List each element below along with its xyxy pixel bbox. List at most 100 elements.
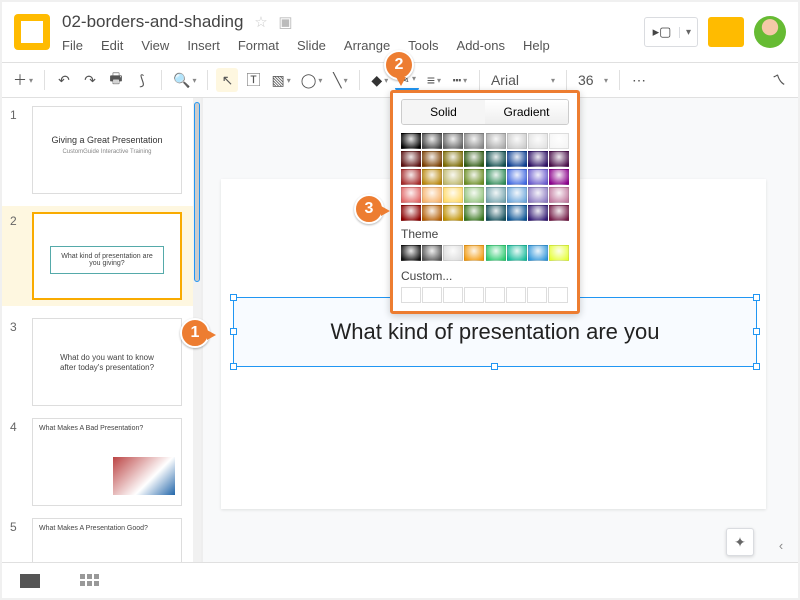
gradient-swatch[interactable] bbox=[486, 205, 506, 221]
more-button[interactable]: ⋯ bbox=[628, 68, 650, 92]
gradient-swatch[interactable] bbox=[464, 133, 484, 149]
gradient-swatch[interactable] bbox=[464, 169, 484, 185]
select-tool[interactable]: ↖ bbox=[216, 68, 238, 92]
custom-gradient-button[interactable]: Custom... bbox=[401, 269, 569, 283]
gradient-swatch[interactable] bbox=[528, 245, 548, 261]
scrollbar-handle[interactable] bbox=[194, 102, 200, 282]
filmstrip-view-button[interactable] bbox=[20, 574, 40, 588]
resize-handle[interactable] bbox=[753, 294, 760, 301]
image-tool[interactable]: ▧ bbox=[268, 68, 293, 92]
custom-swatch[interactable] bbox=[527, 287, 547, 303]
custom-swatch[interactable] bbox=[548, 287, 568, 303]
paint-format-button[interactable]: ⟆ bbox=[131, 68, 153, 92]
menu-arrange[interactable]: Arrange bbox=[344, 38, 390, 53]
gradient-swatch[interactable] bbox=[486, 151, 506, 167]
print-button[interactable]: 🖶 bbox=[105, 68, 127, 92]
slide-thumb-3[interactable]: 3 What do you want to knowafter today's … bbox=[10, 318, 201, 406]
gradient-swatch[interactable] bbox=[549, 151, 569, 167]
font-size-select[interactable]: 36 bbox=[575, 68, 611, 92]
resize-handle[interactable] bbox=[230, 294, 237, 301]
slide-thumb-5[interactable]: 5 What Makes A Presentation Good? bbox=[10, 518, 201, 562]
menu-tools[interactable]: Tools bbox=[408, 38, 438, 53]
gradient-swatch[interactable] bbox=[464, 187, 484, 203]
gradient-swatch[interactable] bbox=[528, 187, 548, 203]
resize-handle[interactable] bbox=[491, 363, 498, 370]
slide-thumb-1[interactable]: 1 Giving a Great Presentation CustomGuid… bbox=[10, 106, 201, 194]
gradient-swatch[interactable] bbox=[507, 151, 527, 167]
star-icon[interactable]: ☆ bbox=[254, 14, 267, 31]
custom-swatch[interactable] bbox=[401, 287, 421, 303]
tab-gradient[interactable]: Gradient bbox=[485, 100, 568, 124]
gradient-swatch[interactable] bbox=[549, 205, 569, 221]
doc-title[interactable]: 02-borders-and-shading ☆ ▣ bbox=[62, 12, 644, 32]
custom-swatch[interactable] bbox=[443, 287, 463, 303]
gradient-swatch[interactable] bbox=[401, 187, 421, 203]
present-dropdown-icon[interactable]: ▾ bbox=[679, 27, 697, 38]
gradient-swatch[interactable] bbox=[464, 205, 484, 221]
gradient-swatch[interactable] bbox=[464, 151, 484, 167]
slide-thumb-4[interactable]: 4 What Makes A Bad Presentation? bbox=[10, 418, 201, 506]
menu-edit[interactable]: Edit bbox=[101, 38, 123, 53]
gradient-swatch[interactable] bbox=[528, 205, 548, 221]
hide-menus-button[interactable]: ㄟ bbox=[768, 68, 790, 92]
gradient-swatch[interactable] bbox=[549, 245, 569, 261]
folder-icon[interactable]: ▣ bbox=[278, 14, 292, 31]
gradient-swatch[interactable] bbox=[422, 205, 442, 221]
gradient-swatch[interactable] bbox=[401, 133, 421, 149]
resize-handle[interactable] bbox=[753, 328, 760, 335]
menu-insert[interactable]: Insert bbox=[187, 38, 220, 53]
undo-button[interactable]: ↶ bbox=[53, 68, 75, 92]
gradient-swatch[interactable] bbox=[443, 187, 463, 203]
border-dash-button[interactable]: ┅ bbox=[449, 68, 471, 92]
resize-handle[interactable] bbox=[230, 328, 237, 335]
gradient-swatch[interactable] bbox=[528, 151, 548, 167]
custom-swatch[interactable] bbox=[422, 287, 442, 303]
present-button[interactable]: ▸▢ ▾ bbox=[644, 17, 698, 47]
textbox-tool[interactable]: 🅃 bbox=[242, 68, 264, 92]
share-button[interactable] bbox=[708, 17, 744, 47]
custom-swatch[interactable] bbox=[506, 287, 526, 303]
menu-addons[interactable]: Add-ons bbox=[457, 38, 505, 53]
gradient-swatch[interactable] bbox=[528, 169, 548, 185]
shape-tool[interactable]: ◯ bbox=[298, 68, 326, 92]
zoom-button[interactable]: 🔍 bbox=[170, 68, 199, 92]
gradient-swatch[interactable] bbox=[422, 187, 442, 203]
grid-view-button[interactable] bbox=[80, 574, 100, 588]
gradient-swatch[interactable] bbox=[443, 205, 463, 221]
menu-format[interactable]: Format bbox=[238, 38, 279, 53]
gradient-swatch[interactable] bbox=[528, 133, 548, 149]
doc-title-text[interactable]: 02-borders-and-shading bbox=[62, 12, 243, 31]
redo-button[interactable]: ↷ bbox=[79, 68, 101, 92]
gradient-swatch[interactable] bbox=[486, 245, 506, 261]
line-tool[interactable]: ╲ bbox=[329, 68, 351, 92]
gradient-swatch[interactable] bbox=[507, 205, 527, 221]
gradient-swatch[interactable] bbox=[422, 169, 442, 185]
gradient-swatch[interactable] bbox=[507, 133, 527, 149]
gradient-swatch[interactable] bbox=[443, 133, 463, 149]
gradient-swatch[interactable] bbox=[443, 245, 463, 261]
gradient-swatch[interactable] bbox=[507, 187, 527, 203]
explore-button[interactable]: ✦ bbox=[726, 528, 754, 556]
slide-thumb-2[interactable]: 2 What kind of presentation are you givi… bbox=[2, 206, 201, 306]
custom-swatch[interactable] bbox=[485, 287, 505, 303]
menu-view[interactable]: View bbox=[141, 38, 169, 53]
resize-handle[interactable] bbox=[753, 363, 760, 370]
gradient-swatch[interactable] bbox=[507, 169, 527, 185]
gradient-swatch[interactable] bbox=[486, 169, 506, 185]
gradient-swatch[interactable] bbox=[422, 151, 442, 167]
gradient-swatch[interactable] bbox=[401, 245, 421, 261]
border-weight-button[interactable]: ≡ bbox=[423, 68, 445, 92]
menu-help[interactable]: Help bbox=[523, 38, 550, 53]
menu-file[interactable]: File bbox=[62, 38, 83, 53]
custom-swatch[interactable] bbox=[464, 287, 484, 303]
resize-handle[interactable] bbox=[230, 363, 237, 370]
gradient-swatch[interactable] bbox=[443, 151, 463, 167]
new-slide-button[interactable]: ＋ bbox=[10, 68, 36, 92]
gradient-swatch[interactable] bbox=[443, 169, 463, 185]
gradient-swatch[interactable] bbox=[507, 245, 527, 261]
gradient-swatch[interactable] bbox=[422, 133, 442, 149]
present-play-icon[interactable]: ▸▢ bbox=[645, 24, 679, 40]
gradient-swatch[interactable] bbox=[401, 205, 421, 221]
menu-slide[interactable]: Slide bbox=[297, 38, 326, 53]
gradient-swatch[interactable] bbox=[401, 151, 421, 167]
